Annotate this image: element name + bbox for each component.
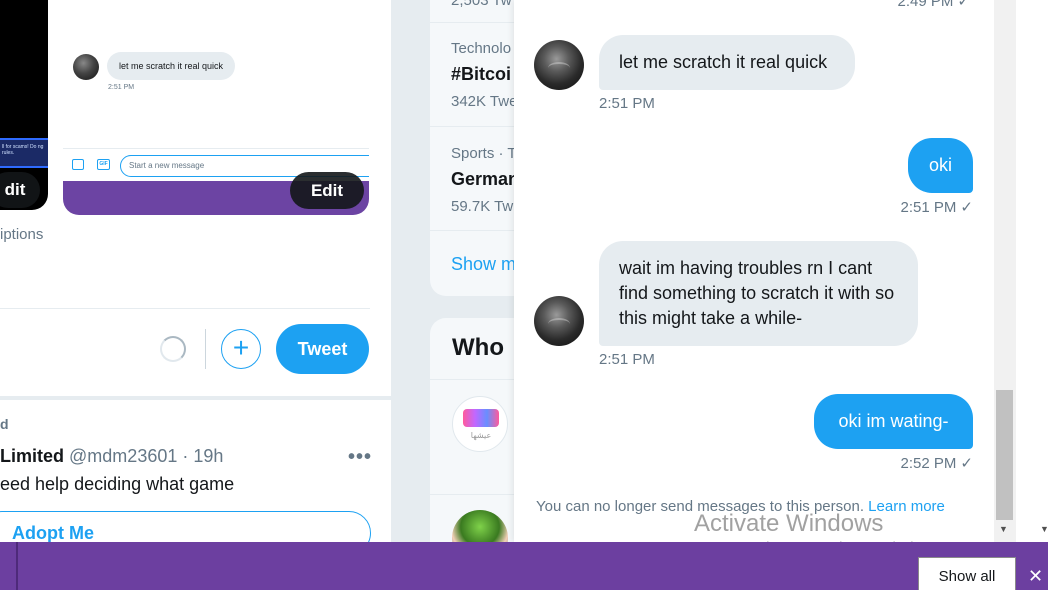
who-to-follow-title: Who [452, 334, 504, 361]
message-time: 2:49 PM ✓ [898, 0, 970, 10]
left-column: ll for scams! Do ng rules. dit let me sc… [0, 0, 392, 542]
avatar[interactable]: عيشها [452, 396, 508, 452]
blocked-notice: You can no longer send messages to this … [536, 498, 945, 515]
preview-message-time: 2:51 PM [108, 84, 135, 91]
scroll-down-icon[interactable]: ▼ [999, 524, 1008, 534]
more-options-icon[interactable]: ••• [348, 446, 372, 469]
brand-logo-text: عيشها [470, 431, 492, 440]
media-thumbnail-2[interactable]: let me scratch it real quick 2:51 PM GIF… [63, 0, 369, 215]
message-time-text: 2:52 PM [900, 455, 957, 472]
download-bar [0, 542, 1048, 590]
trend-count: 59.7K Tw [451, 198, 514, 215]
dm-conversation-panel: 2:49 PM ✓ let me scratch it real quick 2:… [514, 0, 994, 542]
preview-message-bubble: let me scratch it real quick [107, 52, 236, 80]
scrollbar-thumb[interactable] [996, 390, 1013, 520]
thumbnail-banner-text: ll for scams! Do ng rules. [2, 144, 44, 156]
divider [0, 308, 370, 309]
gif-icon: GIF [97, 159, 110, 170]
tweet-author-name[interactable]: Limited [0, 446, 64, 466]
tweet-text: eed help deciding what game [0, 474, 235, 494]
preview-input-placeholder: Start a new message [129, 161, 205, 170]
message-bubble-received: wait im having troubles rn I cant find s… [599, 241, 918, 346]
message-time-text: 2:51 PM [900, 199, 957, 216]
tweet-button[interactable]: Tweet [276, 324, 369, 374]
promoted-label: d [0, 416, 9, 432]
trend-count: 342K Twe [451, 93, 518, 110]
message-time: 2:51 PM [599, 95, 655, 112]
learn-more-link[interactable]: Learn more [868, 498, 945, 515]
thumbnail-banner: ll for scams! Do ng rules. [0, 138, 48, 168]
sent-check-icon: ✓ [960, 199, 973, 216]
descriptions-link[interactable]: iptions [0, 226, 43, 243]
show-all-button[interactable]: Show all [918, 557, 1016, 590]
sent-check-icon: ✓ [960, 455, 973, 472]
scroll-down-icon[interactable]: ▼ [1040, 524, 1048, 534]
message-bubble-sent: oki [908, 138, 973, 193]
message-time: 2:51 PM [599, 351, 655, 368]
image-icon [72, 159, 84, 170]
brand-logo-icon [463, 409, 499, 427]
avatar [73, 54, 99, 80]
add-tweet-button[interactable]: + [221, 329, 261, 369]
message-bubble-received: let me scratch it real quick [599, 35, 855, 90]
tweet-header: Limited @mdm23601 · 19h [0, 446, 223, 467]
scrollbar[interactable]: ▼ [994, 0, 1016, 542]
close-icon[interactable]: ✕ [1028, 566, 1043, 587]
character-count-progress-icon [160, 336, 186, 362]
message-time-text: 2:49 PM [897, 0, 954, 10]
show-more-link[interactable]: Show m [451, 254, 516, 275]
avatar[interactable] [534, 296, 584, 346]
trend-count: 2,503 Tw [451, 0, 512, 9]
edit-media-button-2[interactable]: Edit [290, 172, 364, 209]
thumbnail-dm-preview: let me scratch it real quick 2:51 PM GIF… [63, 0, 369, 181]
sent-check-icon: ✓ [957, 0, 970, 10]
trend-category: Technolo [451, 40, 512, 57]
media-thumbnail-1[interactable]: ll for scams! Do ng rules. dit [0, 0, 48, 210]
tweet-author-handle[interactable]: @mdm23601 · 19h [69, 446, 223, 466]
divider [205, 329, 206, 369]
message-time: 2:51 PM ✓ [901, 198, 973, 216]
message-bubble-sent: oki im wating- [814, 394, 973, 449]
blocked-notice-text: You can no longer send messages to this … [536, 498, 864, 515]
trend-category: Sports · T [451, 145, 517, 162]
trend-title: German [451, 169, 520, 189]
message-time: 2:52 PM ✓ [901, 454, 973, 472]
trend-title: #Bitcoi [451, 64, 512, 84]
divider [63, 148, 369, 149]
poll-option-button[interactable]: Adopt Me [0, 511, 371, 542]
page-edge: ▼ [1016, 0, 1048, 542]
edit-media-button-1[interactable]: dit [0, 172, 40, 208]
divider [0, 396, 391, 400]
divider [16, 542, 18, 590]
avatar[interactable] [534, 40, 584, 90]
